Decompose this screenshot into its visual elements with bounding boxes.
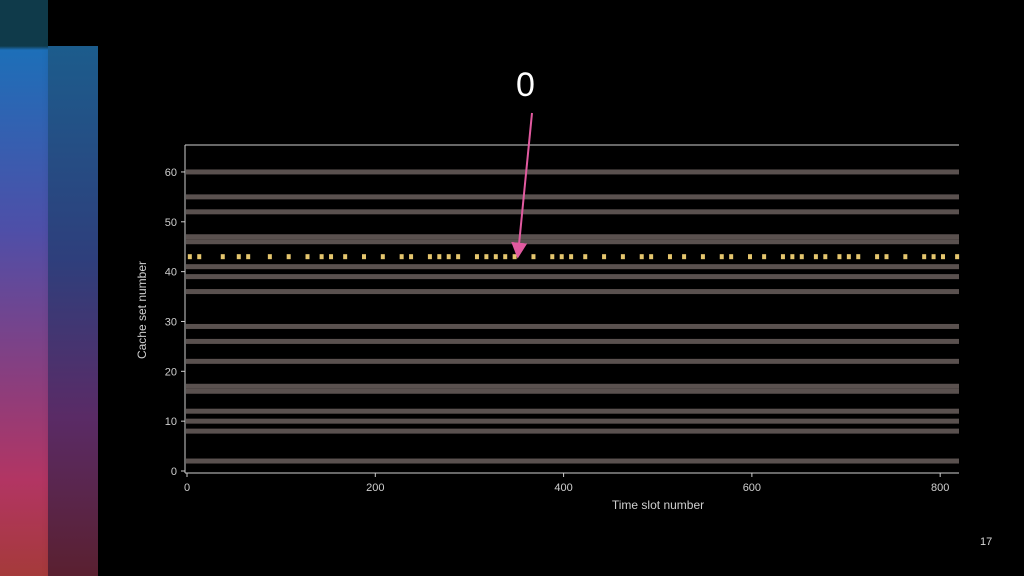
cache-trace-chart: 01020304050600 200 400 600 800 Time slot num… [135,112,960,512]
highlight-point [700,254,705,260]
highlight-point [246,254,251,260]
highlight-point [719,254,724,260]
trace-band-set-41 [186,264,959,270]
highlight-point [799,254,804,260]
trace-band-set-12 [186,408,959,414]
highlight-point [446,254,451,260]
highlight-point [837,254,842,260]
highlight-point [667,254,672,260]
highlight-point [940,254,945,260]
trace-band-set-52 [186,209,959,215]
trace-band-set-22 [186,358,959,364]
highlight-point [583,254,588,260]
highlight-point [456,254,461,260]
highlight-point [620,254,625,260]
trace-band-set-17 [186,383,959,389]
trace-band-set-16 [186,388,959,394]
highlight-point [762,254,767,260]
y-axis-label: Cache set number [135,261,149,359]
highlight-point [329,254,334,260]
trace-band-set-29 [186,323,959,329]
trace-band-set-46 [186,239,959,245]
highlight-point [493,254,498,260]
trace-band-set-55 [186,194,959,200]
highlight-point [729,254,734,260]
highlight-point [649,254,654,260]
highlight-point [903,254,908,260]
highlight-point [187,254,192,260]
highlight-point [639,254,644,260]
trace-band-set-2 [186,458,959,464]
highlight-point [780,254,785,260]
trace-band-set-26 [186,338,959,344]
highlight-point [550,254,555,260]
highlight-point [823,254,828,260]
highlight-point [267,254,272,260]
highlight-point [856,254,861,260]
highlight-point [931,254,936,260]
highlight-point [220,254,225,260]
x-tick-label: 400 [554,482,572,494]
highlight-point [846,254,851,260]
highlight-point [512,254,517,260]
y-tick-label: 10 [165,416,177,428]
x-tick-label: 600 [743,482,761,494]
highlight-point [437,254,442,260]
highlight-point [884,254,889,260]
highlight-point [409,254,414,260]
highlight-point [361,254,366,260]
highlight-point [484,254,489,260]
highlight-point [319,254,324,260]
y-tick-label: 30 [165,316,177,328]
highlight-point [682,254,687,260]
highlight-point [503,254,508,260]
x-tick-label: 0 [184,482,190,494]
highlight-point [875,254,880,260]
highlight-point [569,254,574,260]
highlight-point [955,254,960,260]
trace-band-set-10 [186,418,959,424]
y-tick-label: 0 [171,466,177,478]
trace-band-set-8 [186,428,959,434]
highlight-point [343,254,348,260]
trace-band-set-36 [186,289,959,295]
highlight-point [559,254,564,260]
plot-area [186,169,960,464]
y-tick-label: 40 [165,267,177,279]
highlight-point [399,254,404,260]
highlight-point [922,254,927,260]
trace-band-set-39 [186,274,959,280]
highlight-point [747,254,752,260]
trace-band-set-60 [186,169,959,175]
highlight-point [305,254,310,260]
highlight-point [790,254,795,260]
slide-number: 17 [980,536,993,548]
highlight-point [531,254,536,260]
y-tick-label: 60 [165,167,177,179]
highlight-point [474,254,479,260]
highlight-point [813,254,818,260]
x-axis-label: Time slot number [612,498,704,512]
highlight-point [602,254,607,260]
y-tick-label: 50 [165,217,177,229]
trace-band-set-47 [186,234,959,240]
highlight-point [286,254,291,260]
highlight-point [427,254,432,260]
annotation-arrow [511,112,533,259]
x-tick-label: 200 [366,482,384,494]
highlight-point [197,254,202,260]
y-tick-label: 20 [165,366,177,378]
highlight-point [380,254,385,260]
highlight-point [236,254,241,260]
x-tick-label: 800 [931,482,949,494]
